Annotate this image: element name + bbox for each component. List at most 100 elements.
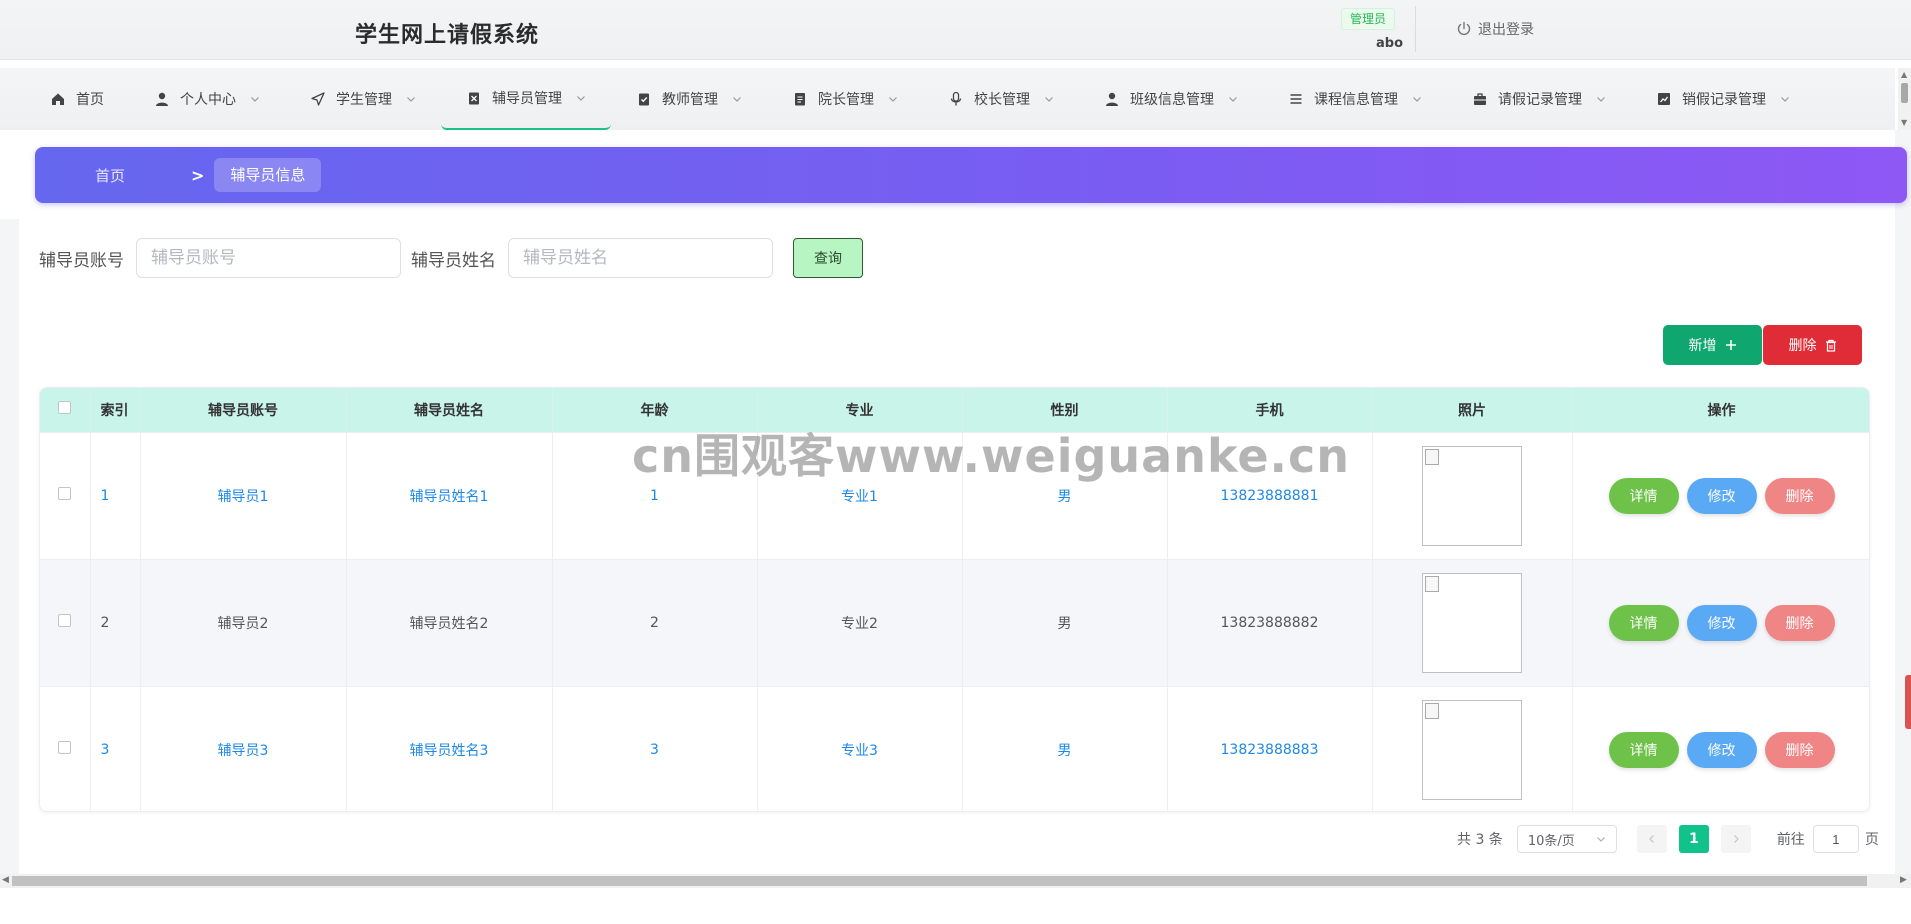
cell-age: 1 <box>552 431 758 559</box>
column-header: 操作 <box>1572 388 1869 432</box>
scroll-left-icon[interactable]: ◀ <box>2 875 9 885</box>
delete-label: 删除 <box>1788 338 1817 354</box>
chevron-down-icon <box>1413 97 1421 102</box>
chevron-down-icon <box>1596 837 1605 842</box>
photo-image <box>1422 572 1522 673</box>
nav-item-home[interactable]: 首页 <box>25 68 129 130</box>
row-delete-button[interactable]: 删除 <box>1764 604 1835 641</box>
cell-account: 辅导员3 <box>140 685 347 811</box>
cell-phone: 13823888883 <box>1167 685 1373 811</box>
horizontal-scrollbar[interactable]: ◀ ▶ <box>0 874 1911 888</box>
nav-item-courses[interactable]: 课程信息管理 <box>1263 68 1447 130</box>
name-search-input[interactable] <box>508 238 773 278</box>
clipboard-icon <box>466 90 482 106</box>
nav-label: 校长管理 <box>974 92 1030 108</box>
nav-item-return-records[interactable]: 销假记录管理 <box>1631 68 1815 130</box>
chevron-down-icon <box>889 97 897 102</box>
row-delete-button[interactable]: 删除 <box>1764 731 1835 768</box>
cell-gender: 男 <box>962 431 1168 559</box>
cell-account: 辅导员1 <box>140 431 347 559</box>
logout-button[interactable]: 退出登录 <box>1456 19 1534 39</box>
table-row[interactable]: 3 辅导员3 辅导员姓名3 3 专业3 男 13823888883 详情 修改 … <box>40 685 1869 811</box>
nav-label: 课程信息管理 <box>1314 92 1398 108</box>
next-page-button[interactable] <box>1720 825 1751 853</box>
chevron-down-icon <box>1229 97 1237 102</box>
cell-gender: 男 <box>962 685 1168 811</box>
goto-page-input[interactable] <box>1812 825 1859 853</box>
detail-button[interactable]: 详情 <box>1608 477 1679 514</box>
scroll-thumb[interactable] <box>1901 83 1908 103</box>
nav-item-deans[interactable]: 院长管理 <box>767 68 923 130</box>
table-row[interactable]: 1 辅导员1 辅导员姓名1 1 专业1 男 13823888881 详情 修改 … <box>40 431 1869 559</box>
detail-button[interactable]: 详情 <box>1608 731 1679 768</box>
account-search-input[interactable] <box>136 238 401 278</box>
page-size-value: 10条/页 <box>1527 833 1575 849</box>
nav-label: 个人中心 <box>180 92 236 108</box>
nav-item-counselors[interactable]: 辅导员管理 <box>441 68 611 130</box>
nav-item-teachers[interactable]: 教师管理 <box>611 68 767 130</box>
row-checkbox[interactable] <box>58 614 72 627</box>
cell-photo <box>1372 685 1573 811</box>
column-header: 索引 <box>90 388 141 432</box>
page-size-select[interactable]: 10条/页 <box>1516 825 1617 853</box>
cell-name: 辅导员姓名2 <box>346 558 553 686</box>
broken-image-icon <box>1425 448 1439 465</box>
nav-item-profile[interactable]: 个人中心 <box>129 68 285 130</box>
column-header: 年龄 <box>552 388 758 432</box>
cell-phone: 13823888882 <box>1167 558 1373 686</box>
add-label: 新增 <box>1688 338 1717 354</box>
chart-icon <box>1656 91 1672 107</box>
send-icon <box>310 91 326 107</box>
column-header: 性别 <box>962 388 1168 432</box>
cell-phone: 13823888881 <box>1167 431 1373 559</box>
page-background <box>0 219 19 874</box>
checklist-icon <box>636 91 652 107</box>
batch-delete-button[interactable]: 删除 <box>1763 325 1862 365</box>
broken-image-icon <box>1425 702 1439 719</box>
plus-icon <box>1725 340 1736 350</box>
cell-age: 2 <box>552 558 758 686</box>
scroll-down-icon[interactable]: ▼ <box>1901 118 1907 127</box>
query-button[interactable]: 查询 <box>793 238 863 278</box>
cell-actions: 详情 修改 删除 <box>1572 685 1869 811</box>
nav-label: 辅导员管理 <box>492 91 562 107</box>
edit-button[interactable]: 修改 <box>1686 731 1757 768</box>
scroll-thumb[interactable] <box>12 876 1867 886</box>
detail-button[interactable]: 详情 <box>1608 604 1679 641</box>
edit-button[interactable]: 修改 <box>1686 604 1757 641</box>
goto-label: 前往 <box>1776 832 1805 848</box>
breadcrumb: 首页 > 辅导员信息 <box>35 147 1907 203</box>
list-icon <box>1288 91 1304 107</box>
row-delete-button[interactable]: 删除 <box>1764 477 1835 514</box>
header-divider <box>1415 6 1416 52</box>
prev-page-button[interactable] <box>1636 825 1667 853</box>
nav-scrollbar[interactable]: ▲ ▼ <box>1898 68 1911 130</box>
trash-icon <box>1825 339 1836 352</box>
document-icon <box>792 91 808 107</box>
add-button[interactable]: 新增 <box>1663 325 1762 365</box>
table-row[interactable]: 2 辅导员2 辅导员姓名2 2 专业2 男 13823888882 详情 修改 … <box>40 558 1869 686</box>
nav-item-presidents[interactable]: 校长管理 <box>923 68 1079 130</box>
nav-item-leave-records[interactable]: 请假记录管理 <box>1447 68 1631 130</box>
side-widget[interactable] <box>1905 675 1911 729</box>
page-number-active[interactable]: 1 <box>1678 825 1709 853</box>
scroll-up-icon[interactable]: ▲ <box>1901 70 1907 79</box>
nav-label: 销假记录管理 <box>1682 92 1766 108</box>
select-all-cell <box>40 388 91 432</box>
cell-name: 辅导员姓名3 <box>346 685 553 811</box>
goto-unit: 页 <box>1864 832 1879 848</box>
breadcrumb-home[interactable]: 首页 <box>95 165 125 186</box>
row-checkbox[interactable] <box>58 741 72 755</box>
select-all-checkbox[interactable] <box>58 401 72 415</box>
nav-item-classes[interactable]: 班级信息管理 <box>1079 68 1263 130</box>
edit-button[interactable]: 修改 <box>1686 477 1757 514</box>
row-checkbox[interactable] <box>58 487 72 500</box>
scroll-right-icon[interactable]: ▶ <box>1900 875 1907 885</box>
cell-actions: 详情 修改 删除 <box>1572 558 1869 686</box>
column-header: 专业 <box>757 388 963 432</box>
data-table: 索引 辅导员账号 辅导员姓名 年龄 专业 性别 手机 照片 操作 1 辅导员1 … <box>39 387 1870 812</box>
chevron-down-icon <box>407 97 415 102</box>
photo-image <box>1422 699 1522 800</box>
chevron-left-icon <box>1648 835 1654 843</box>
nav-item-students[interactable]: 学生管理 <box>285 68 441 130</box>
